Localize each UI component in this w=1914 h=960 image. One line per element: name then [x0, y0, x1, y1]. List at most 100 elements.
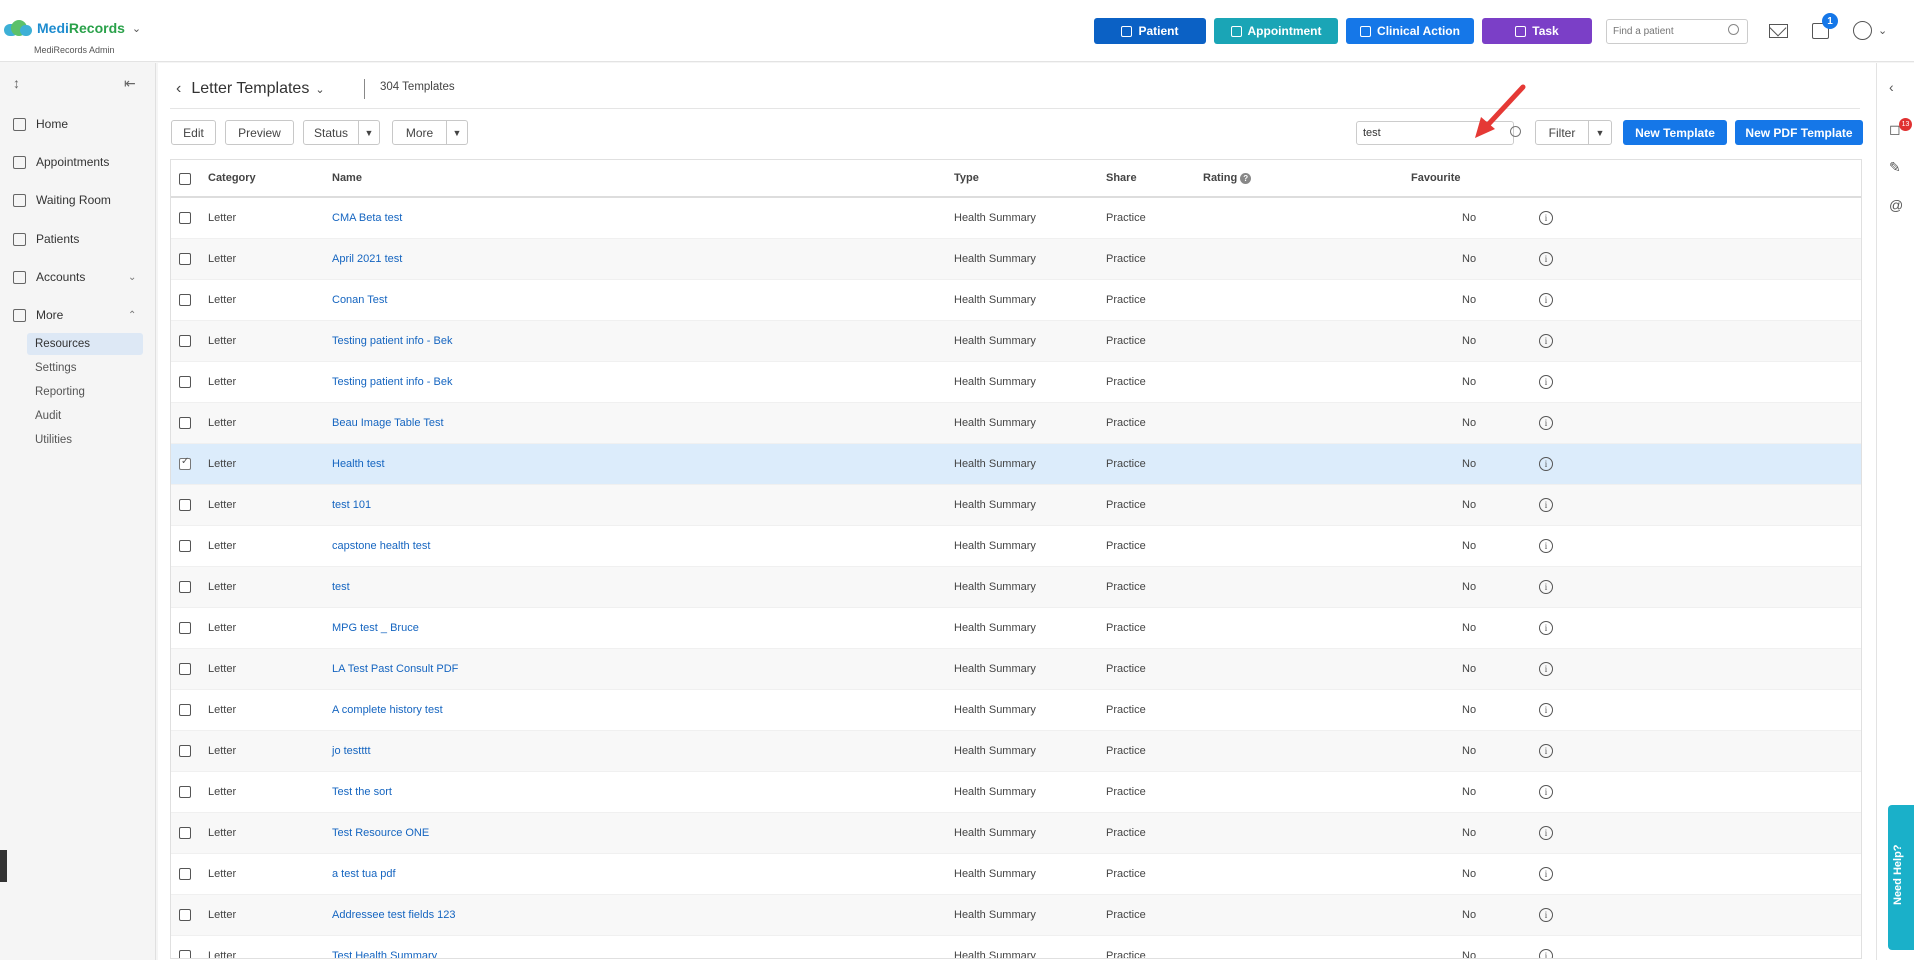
template-name-link[interactable]: Testing patient info - Bek — [332, 335, 452, 347]
template-name-link[interactable]: Addressee test fields 123 — [332, 909, 456, 921]
sidebar-item-more[interactable]: More ⌃ — [0, 300, 156, 330]
table-row[interactable]: Letter Conan Test Health Summary Practice No… — [171, 280, 1861, 321]
chevron-down-icon[interactable]: ⌄ — [1878, 24, 1887, 37]
template-name-link[interactable]: Health test — [332, 458, 385, 470]
filter-dropdown-chevron-icon[interactable]: ▼ — [1588, 120, 1612, 145]
table-row[interactable]: Letter Testing patient info - Bek Health S… — [171, 362, 1861, 403]
info-icon[interactable]: i — [1539, 252, 1553, 266]
table-row[interactable]: Letter Addressee test fields 123 Health Su… — [171, 895, 1861, 936]
sidebar-item-waiting-room[interactable]: Waiting Room — [0, 185, 156, 215]
more-dropdown-chevron-icon[interactable]: ▼ — [446, 120, 468, 145]
info-icon[interactable]: i — [1539, 826, 1553, 840]
info-icon[interactable]: i — [1539, 293, 1553, 307]
row-checkbox[interactable] — [179, 540, 191, 552]
info-icon[interactable]: i — [1539, 375, 1553, 389]
appointment-button[interactable]: Appointment — [1214, 18, 1338, 44]
template-name-link[interactable]: test — [332, 581, 350, 593]
mail-icon[interactable] — [1769, 24, 1788, 38]
table-row[interactable]: Letter test 101 Health Summary Practice No i — [171, 485, 1861, 526]
row-checkbox[interactable] — [179, 704, 191, 716]
template-name-link[interactable]: a test tua pdf — [332, 868, 396, 880]
info-icon[interactable]: i — [1539, 621, 1553, 635]
info-icon[interactable]: i — [1539, 211, 1553, 225]
table-row[interactable]: Letter MPG test _ Bruce Health Summary Prac… — [171, 608, 1861, 649]
status-dropdown-chevron-icon[interactable]: ▼ — [358, 120, 380, 145]
row-checkbox[interactable] — [179, 376, 191, 388]
sidebar-subitem-resources[interactable]: Resources — [27, 333, 143, 355]
row-checkbox[interactable] — [179, 581, 191, 593]
filter-button[interactable]: Filter — [1535, 120, 1589, 145]
page-title[interactable]: Letter Templates — [191, 80, 309, 98]
row-checkbox[interactable] — [179, 253, 191, 265]
table-row[interactable]: Letter A complete history test Health Summ… — [171, 690, 1861, 731]
column-type[interactable]: Type — [954, 172, 979, 184]
sidebar-item-appointments[interactable]: Appointments — [0, 147, 156, 177]
collapse-sidebar-icon[interactable]: ⇤ — [124, 75, 136, 92]
template-name-link[interactable]: capstone health test — [332, 540, 430, 552]
column-rating[interactable]: Rating? — [1203, 172, 1252, 184]
info-icon[interactable]: i — [1539, 867, 1553, 881]
table-row[interactable]: Letter Test Health Summary Health Summary P… — [171, 936, 1861, 958]
row-checkbox[interactable] — [179, 499, 191, 511]
column-share[interactable]: Share — [1106, 172, 1137, 184]
row-checkbox[interactable] — [179, 212, 191, 224]
template-name-link[interactable]: CMA Beta test — [332, 212, 402, 224]
row-checkbox[interactable] — [179, 456, 191, 470]
chevron-down-icon[interactable]: ⌄ — [132, 22, 141, 35]
template-name-link[interactable]: A complete history test — [332, 704, 443, 716]
search-icon[interactable] — [1728, 24, 1739, 35]
sidebar-subitem-settings[interactable]: Settings — [27, 357, 143, 379]
info-icon[interactable]: i — [1539, 580, 1553, 594]
template-name-link[interactable]: Conan Test — [332, 294, 387, 306]
collapse-left-icon[interactable]: ‹ — [1889, 79, 1894, 95]
help-icon[interactable]: ? — [1240, 172, 1252, 184]
table-row[interactable]: Letter April 2021 test Health Summary Pract… — [171, 239, 1861, 280]
sidebar-item-home[interactable]: Home — [0, 109, 156, 139]
preview-button[interactable]: Preview — [225, 120, 294, 145]
info-icon[interactable]: i — [1539, 334, 1553, 348]
pin-icon[interactable]: ✎ — [1889, 159, 1901, 176]
table-row[interactable]: Letter Testing patient info - Bek Health S… — [171, 321, 1861, 362]
info-icon[interactable]: i — [1539, 908, 1553, 922]
info-icon[interactable]: i — [1539, 457, 1553, 471]
row-checkbox[interactable] — [179, 786, 191, 798]
table-row[interactable]: Letter test Health Summary Practice No i — [171, 567, 1861, 608]
template-name-link[interactable]: test 101 — [332, 499, 371, 511]
expand-vertical-icon[interactable]: ↕ — [13, 75, 20, 91]
new-pdf-template-button[interactable]: New PDF Template — [1735, 120, 1863, 145]
table-row[interactable]: Letter a test tua pdf Health Summary Practi… — [171, 854, 1861, 895]
template-name-link[interactable]: Beau Image Table Test — [332, 417, 444, 429]
more-button[interactable]: More — [392, 120, 447, 145]
back-chevron-icon[interactable]: ‹ — [176, 80, 181, 98]
info-icon[interactable]: i — [1539, 662, 1553, 676]
info-icon[interactable]: i — [1539, 416, 1553, 430]
new-template-button[interactable]: New Template — [1623, 120, 1727, 145]
template-name-link[interactable]: April 2021 test — [332, 253, 402, 265]
template-name-link[interactable]: Test Resource ONE — [332, 827, 429, 839]
table-row[interactable]: Letter Health test Health Summary Practice N… — [171, 444, 1861, 485]
sidebar-subitem-reporting[interactable]: Reporting — [27, 381, 143, 403]
status-button[interactable]: Status — [303, 120, 359, 145]
user-avatar-icon[interactable] — [1853, 21, 1872, 40]
row-checkbox[interactable] — [179, 417, 191, 429]
table-row[interactable]: Letter Test the sort Health Summary Practic… — [171, 772, 1861, 813]
row-checkbox[interactable] — [179, 622, 191, 634]
edit-button[interactable]: Edit — [171, 120, 216, 145]
template-name-link[interactable]: Test Health Summary — [332, 950, 437, 958]
table-row[interactable]: Letter CMA Beta test Health Summary Practic… — [171, 198, 1861, 239]
column-category[interactable]: Category — [208, 172, 256, 184]
info-icon[interactable]: i — [1539, 744, 1553, 758]
need-help-tab[interactable]: Need Help? — [1888, 805, 1914, 950]
info-icon[interactable]: i — [1539, 785, 1553, 799]
row-checkbox[interactable] — [179, 294, 191, 306]
row-checkbox[interactable] — [179, 745, 191, 757]
task-button[interactable]: Task — [1482, 18, 1592, 44]
clinical-action-button[interactable]: Clinical Action — [1346, 18, 1474, 44]
row-checkbox[interactable] — [179, 335, 191, 347]
template-name-link[interactable]: MPG test _ Bruce — [332, 622, 419, 634]
sidebar-subitem-utilities[interactable]: Utilities — [27, 429, 143, 451]
chevron-down-icon[interactable]: ⌄ — [315, 83, 324, 96]
sidebar-subitem-audit[interactable]: Audit — [27, 405, 143, 427]
row-checkbox[interactable] — [179, 909, 191, 921]
template-name-link[interactable]: LA Test Past Consult PDF — [332, 663, 458, 675]
